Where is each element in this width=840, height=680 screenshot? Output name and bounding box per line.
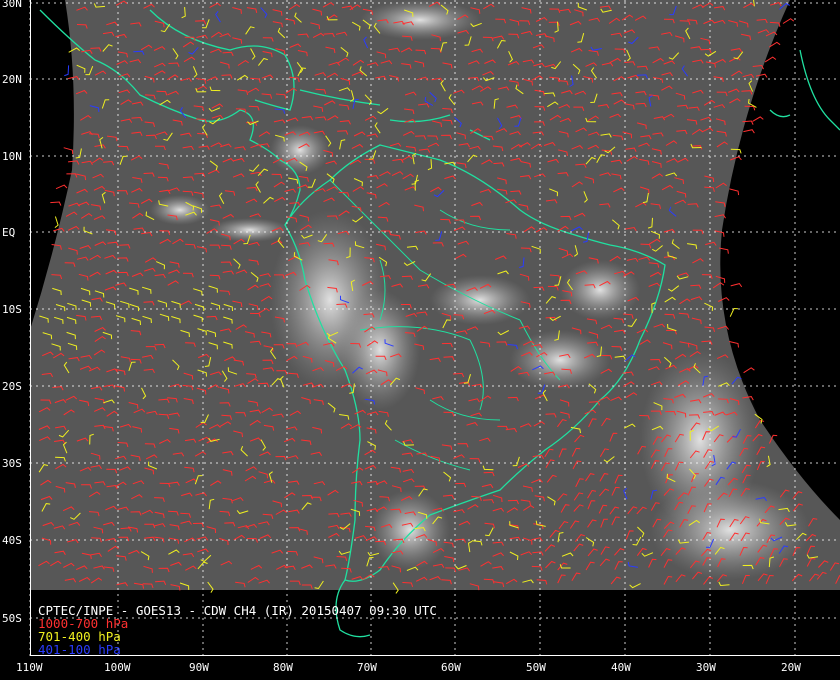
wind-barb xyxy=(730,283,743,288)
cloud-patch xyxy=(150,195,210,225)
lat-label: 30N xyxy=(2,0,22,10)
lon-label: 80W xyxy=(273,661,293,674)
lon-label: 20W xyxy=(781,661,801,674)
cloud-patch xyxy=(270,125,330,175)
wind-barb xyxy=(63,147,74,155)
wind-barb xyxy=(752,116,764,122)
cloud-patch xyxy=(560,260,640,320)
wind-barb xyxy=(729,188,740,196)
lat-label: 20S xyxy=(2,380,22,393)
satellite-map xyxy=(29,0,840,656)
lat-label: 10N xyxy=(2,150,22,163)
lon-label: 40W xyxy=(611,661,631,674)
wind-barb xyxy=(54,216,59,228)
cloud-patch xyxy=(210,218,290,242)
caption: CPTEC/INPE - GOES13 - CDW CH4 (IR) 20150… xyxy=(38,604,437,656)
lat-label: 40S xyxy=(2,534,22,547)
cloud-patch xyxy=(360,0,480,40)
lon-label: 100W xyxy=(104,661,131,674)
lat-label: 50S xyxy=(2,612,22,625)
lon-label: 50W xyxy=(526,661,546,674)
lon-label: 70W xyxy=(357,661,377,674)
lat-label: 20N xyxy=(2,73,22,86)
lat-label: EQ xyxy=(2,226,16,239)
satellite-map-view: 30N 20N 10N EQ 10S 20S 30S 40S 50S 110W 100W 90W 80… xyxy=(0,0,840,680)
lon-label: 30W xyxy=(696,661,716,674)
wind-barb xyxy=(782,18,795,24)
lon-label: 110W xyxy=(16,661,43,674)
cloud-patch xyxy=(370,490,450,570)
greenland-coast xyxy=(769,49,840,131)
wind-barb xyxy=(764,56,777,63)
lat-label: 10S xyxy=(2,303,22,316)
wind-barb xyxy=(64,65,70,77)
cloud-patch xyxy=(510,330,610,390)
wind-barb xyxy=(743,129,755,134)
wind-barb xyxy=(729,307,739,317)
lat-label: 30S xyxy=(2,457,22,470)
legend-upper-level: 401-100 hPa xyxy=(38,642,121,657)
lon-label: 60W xyxy=(441,661,461,674)
wind-barb xyxy=(55,184,68,190)
lon-label: 90W xyxy=(189,661,209,674)
wind-barb xyxy=(50,201,62,206)
wind-barb xyxy=(743,367,755,374)
